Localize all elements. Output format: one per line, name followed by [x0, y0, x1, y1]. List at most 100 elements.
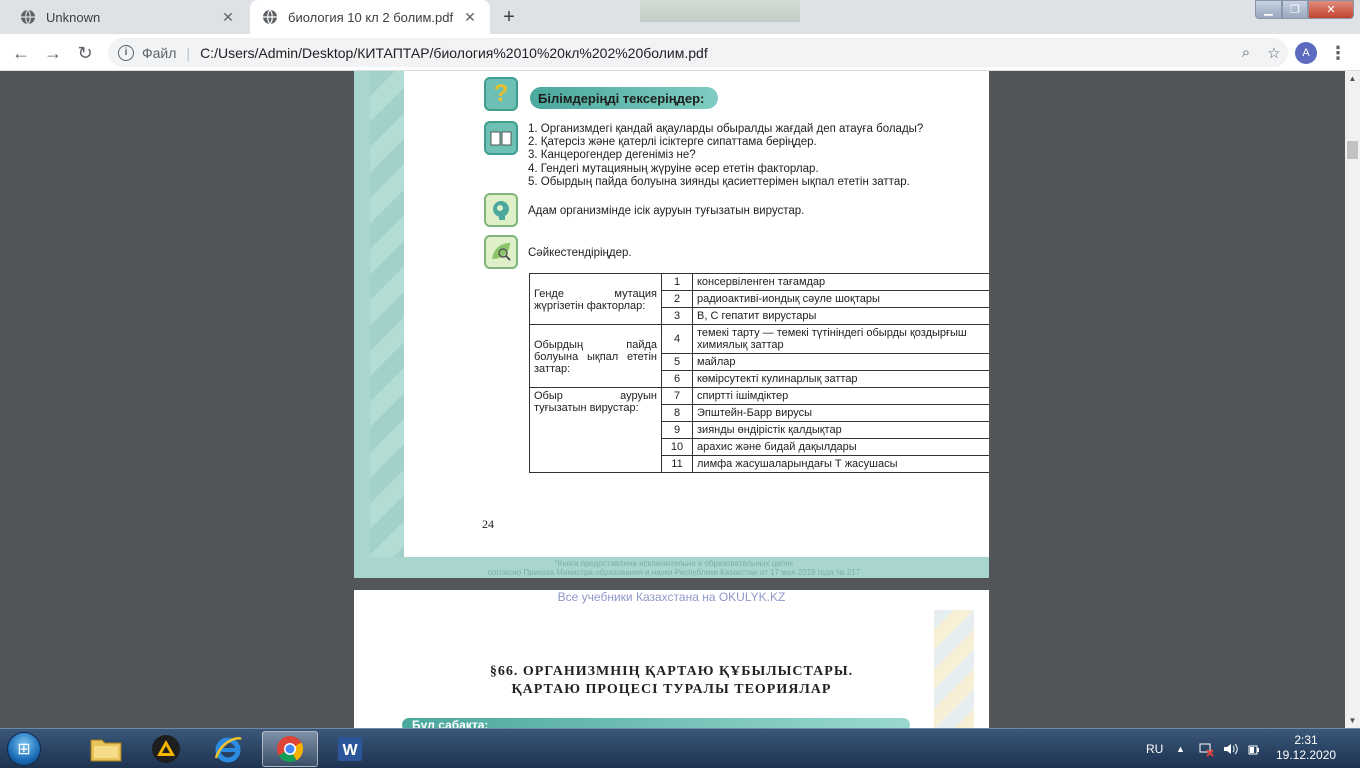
show-hidden-icons[interactable]: ▲: [1176, 729, 1185, 768]
tab-unknown[interactable]: Unknown ✕: [8, 0, 248, 34]
question-list: 1. Организмдегі қандай ақауларды обыралд…: [528, 123, 923, 189]
item-text: майлар: [692, 353, 989, 371]
question-mark-icon: ?: [484, 77, 518, 111]
triangle-app-icon: [152, 735, 180, 763]
group-cell: Генде мутация жүргізетін факторлар:: [529, 273, 662, 325]
scroll-down-icon[interactable]: ▼: [1345, 713, 1360, 728]
word-app[interactable]: W: [322, 731, 378, 767]
tab-close-icon[interactable]: ✕: [460, 7, 480, 27]
chrome-icon: [277, 736, 304, 763]
page-decoration: [370, 71, 404, 557]
task-match: Сәйкестендіріңдер.: [528, 247, 632, 259]
globe-icon: [20, 9, 36, 25]
item-number: 7: [661, 387, 693, 405]
back-button[interactable]: ←: [8, 40, 34, 66]
browser-toolbar: ← → ↻ i Файл | C:/Users/Admin/Desktop/КИ…: [0, 34, 1360, 71]
page-content: ? Білімдеріңді тексеріңдер: 1. Организмд…: [404, 71, 989, 557]
minimize-button[interactable]: ▁: [1255, 0, 1282, 19]
group-cell: Обырдың пайда болуына ықпал ететін затта…: [529, 324, 662, 388]
scheme-label: Файл: [142, 44, 177, 61]
url-text[interactable]: C:/Users/Admin/Desktop/КИТАПТАР/биология…: [200, 45, 1232, 61]
maximize-button[interactable]: ❐: [1282, 0, 1308, 19]
item-text: радиоактиві-иондық сәуле шоқтары: [692, 290, 989, 308]
chrome-app[interactable]: [262, 731, 318, 767]
item-number: 5: [661, 353, 693, 371]
explorer-app[interactable]: [78, 731, 134, 767]
menu-dots-icon[interactable]: ⋮: [1328, 40, 1348, 66]
book-icon: [484, 121, 518, 155]
arrow-left-icon: ←: [12, 42, 30, 63]
tab-title: Unknown: [46, 9, 101, 25]
system-clock[interactable]: 2:31 19.12.2020: [1276, 733, 1336, 763]
tab-pdf[interactable]: биология 10 кл 2 болим.pdf ✕: [250, 0, 490, 34]
pdf-page-25: Все учебники Казахстана на OKULYK.KZ §66…: [354, 590, 989, 728]
item-number: 11: [661, 455, 693, 473]
task-viruses: Адам организмінде ісік ауруын туғызатын …: [528, 205, 805, 217]
window-controls: ▁ ❐ ✕: [1255, 0, 1354, 20]
clock-date: 19.12.2020: [1276, 748, 1337, 762]
divider: |: [186, 44, 191, 61]
address-bar[interactable]: i Файл | C:/Users/Admin/Desktop/КИТАПТАР…: [108, 38, 1288, 67]
reload-icon: ↻: [77, 42, 93, 63]
clock-time: 2:31: [1294, 733, 1318, 747]
item-number: 8: [661, 404, 693, 422]
power-icon[interactable]: [1246, 729, 1262, 768]
internet-explorer-icon: [214, 737, 242, 763]
tab-strip: Unknown ✕ биология 10 кл 2 болим.pdf ✕ +…: [0, 0, 1360, 34]
item-text: В, С гепатит вирустары: [692, 307, 989, 325]
profile-avatar[interactable]: A: [1295, 42, 1317, 64]
scroll-up-icon[interactable]: ▲: [1345, 71, 1360, 86]
item-number: 6: [661, 370, 693, 388]
aimp-app[interactable]: [138, 731, 194, 767]
group-cell: Обыр ауруын туғызатын вирустар:: [529, 387, 662, 473]
window-title-blur: [640, 0, 800, 22]
scroll-thumb[interactable]: [1347, 141, 1358, 159]
forward-button[interactable]: →: [40, 40, 66, 66]
vertical-scrollbar[interactable]: ▲ ▼: [1345, 71, 1360, 728]
globe-icon: [262, 9, 278, 25]
star-icon[interactable]: ☆: [1260, 44, 1288, 62]
item-text: арахис және бидай дақылдары: [692, 438, 989, 456]
pdf-page-24: ? Білімдеріңді тексеріңдер: 1. Организмд…: [354, 71, 989, 578]
word-icon: W: [338, 737, 362, 761]
plus-icon: +: [503, 5, 515, 28]
ie-app[interactable]: [200, 731, 256, 767]
language-indicator[interactable]: RU: [1146, 729, 1163, 768]
question-item: 5. Обырдың пайда болуына зиянды қасиетте…: [528, 175, 910, 188]
question-item: 1. Организмдегі қандай ақауларды обыралд…: [528, 123, 924, 135]
windows-logo-icon: ⊞: [7, 732, 41, 766]
table-row: Обырдың пайда болуына ықпал ететін затта…: [529, 324, 989, 388]
question-item: 2. Қатерсіз және қатерлі ісіктерге сипат…: [528, 136, 817, 149]
item-text: темекі тарту — темекі түтініндегі обырды…: [692, 324, 989, 354]
section-title: ҚАРТАЮ ПРОЦЕСІ ТУРАЛЫ ТЕОРИЯЛАР: [511, 682, 832, 697]
folder-icon: [90, 739, 122, 762]
footer-note: согласно Приказа Министра образования и …: [487, 568, 861, 577]
network-icon[interactable]: [1198, 729, 1214, 768]
new-tab-button[interactable]: +: [496, 5, 522, 29]
reload-button[interactable]: ↻: [72, 40, 98, 66]
tab-close-icon[interactable]: ✕: [218, 7, 238, 27]
footer-note: *Книга предоставлена исключительно в обр…: [554, 559, 794, 568]
lesson-pill: Бүл сабақта:: [402, 718, 910, 728]
item-text: зиянды өндірістік қалдықтар: [692, 421, 989, 439]
item-number: 1: [661, 273, 693, 291]
pdf-viewer[interactable]: ? Білімдеріңді тексеріңдер: 1. Организмд…: [0, 71, 1345, 728]
table-row: Генде мутация жүргізетін факторлар: 1 ко…: [529, 273, 989, 325]
start-button[interactable]: ⊞: [4, 731, 44, 767]
page-footer-band: *Книга предоставлена исключительно в обр…: [354, 557, 989, 578]
item-text: лимфа жасушаларындағы Т жасушасы: [692, 455, 989, 473]
info-icon[interactable]: i: [118, 44, 134, 61]
section-heading: Білімдеріңді тексеріңдер:: [530, 87, 718, 109]
section-title: §66. ОРГАНИЗМНІҢ ҚАРТАЮ ҚҰБЫЛЫСТАРЫ.: [489, 664, 854, 679]
item-number: 10: [661, 438, 693, 456]
item-text: спиртті ішімдіктер: [692, 387, 989, 405]
matching-table: Генде мутация жүргізетін факторлар: 1 ко…: [529, 273, 989, 473]
head-gears-icon: [484, 193, 518, 227]
table-row: Обыр ауруын туғызатын вирустар: 7 спиртт…: [529, 387, 989, 473]
volume-icon[interactable]: [1222, 729, 1238, 768]
item-number: 3: [661, 307, 693, 325]
windows-taskbar: ⊞ W RU ▲ 2:31 19.12.2020: [0, 728, 1360, 768]
close-window-button[interactable]: ✕: [1308, 0, 1354, 19]
zoom-icon[interactable]: ⌕: [1232, 44, 1260, 61]
item-number: 2: [661, 290, 693, 308]
